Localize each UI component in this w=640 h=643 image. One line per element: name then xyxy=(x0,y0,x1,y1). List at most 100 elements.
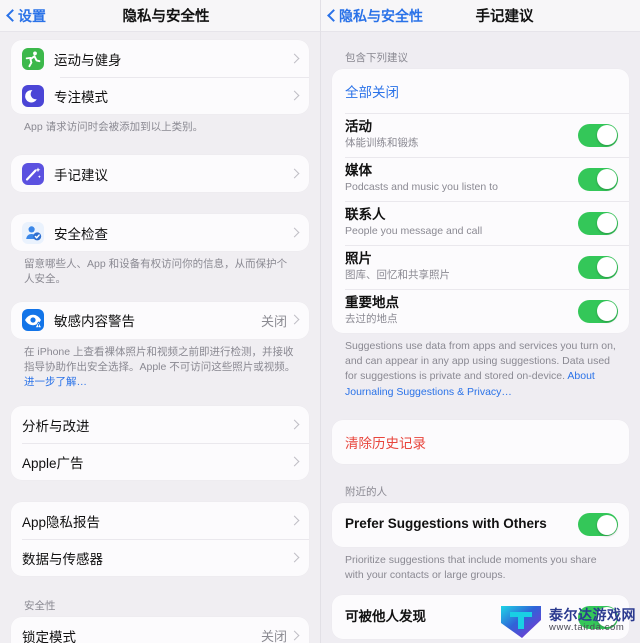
right-back-button[interactable]: 隐私与安全性 xyxy=(321,6,423,26)
suggestion-row-activity[interactable]: 活动 体能训练和锻炼 xyxy=(332,113,629,157)
left-group-sensitive-content: 敏感内容警告 关闭 xyxy=(11,301,309,339)
nearby-group-header: 附近的人 xyxy=(345,485,387,498)
chevron-right-icon xyxy=(292,456,299,468)
left-group4-footnote: 在 iPhone 上查看裸体照片和视频之前即进行检测，并接收指导协助作出安全选择… xyxy=(11,339,309,391)
suggestions-group-header: 包含下列建议 xyxy=(345,52,408,64)
suggestions-footnote: Suggestions use data from apps and servi… xyxy=(332,333,629,400)
sidebar-item-label: 专注模式 xyxy=(54,89,108,105)
suggestions-card: 全部关闭 活动 体能训练和锻炼 媒体 Podcasts and music yo… xyxy=(332,69,629,333)
toggle-significant-locations[interactable] xyxy=(578,299,618,323)
suggestion-title: 联系人 xyxy=(345,207,386,223)
toggle-knob xyxy=(596,607,617,628)
sidebar-item-data-sensors[interactable]: 数据与传感器 xyxy=(11,539,309,576)
suggestion-row-significant-locations[interactable]: 重要地点 去过的地点 xyxy=(332,289,629,333)
left-group-app-privacy: App隐私报告 数据与传感器 xyxy=(11,502,309,577)
turn-off-all-row[interactable]: 全部关闭 xyxy=(332,69,629,113)
suggestion-subtitle: 去过的地点 xyxy=(345,313,398,326)
sidebar-item-label: 数据与传感器 xyxy=(22,551,103,567)
sidebar-item-focus[interactable]: 专注模式 xyxy=(11,77,309,114)
toggle-knob xyxy=(596,514,617,535)
left-group-analytics: 分析与改进 Apple广告 xyxy=(11,406,309,481)
discoverable-card: 可被他人发现 xyxy=(332,595,629,640)
left-back-button[interactable]: 设置 xyxy=(0,6,46,26)
left-group-journaling: 手记建议 xyxy=(11,155,309,193)
sidebar-item-label: Apple广告 xyxy=(22,455,84,471)
discoverable-row[interactable]: 可被他人发现 xyxy=(332,595,629,639)
left-page-title: 隐私与安全性 xyxy=(122,9,210,25)
right-panel-journaling-suggestions: 隐私与安全性 手记建议 包含下列建议 全部关闭 活动 体能训练和锻炼 媒体 Po… xyxy=(320,0,640,643)
prefer-suggestions-card: Prefer Suggestions with Others xyxy=(332,502,629,547)
prefer-suggestions-title: Prefer Suggestions with Others xyxy=(345,516,547,532)
chevron-right-icon xyxy=(292,552,299,564)
prefer-suggestions-row[interactable]: Prefer Suggestions with Others xyxy=(332,503,629,547)
right-back-label: 隐私与安全性 xyxy=(339,7,423,24)
suggestion-subtitle: 图库、回忆和共享照片 xyxy=(345,269,450,282)
left-group3-footnote: 留意哪些人、App 和设备有权访问你的信息，从而保护个人安全。 xyxy=(24,258,288,286)
clear-history-row[interactable]: 清除历史记录 xyxy=(332,420,629,464)
toggle-discoverable[interactable] xyxy=(578,605,618,629)
sidebar-item-apple-advertising[interactable]: Apple广告 xyxy=(11,443,309,480)
toggle-media[interactable] xyxy=(578,167,618,191)
row-texts: 媒体 Podcasts and music you listen to xyxy=(345,163,578,195)
clear-history-label: 清除历史记录 xyxy=(345,435,426,451)
chevron-right-icon xyxy=(292,168,299,180)
left-scroll-body: 运动与健身 专注模式 App 请求访问时会被添加到以上类别。 手记建议 安全检查… xyxy=(0,32,320,643)
toggle-activity[interactable] xyxy=(578,123,618,147)
suggestion-row-media[interactable]: 媒体 Podcasts and music you listen to xyxy=(332,157,629,201)
toggle-contacts[interactable] xyxy=(578,211,618,235)
chevron-left-icon xyxy=(328,9,336,22)
dual-panel-screenshot: 设置 隐私与安全性 运动与健身 专注模式 App 请求访问时会被添加到以上类别。… xyxy=(0,0,640,643)
sidebar-item-safety-check[interactable]: 安全检查 xyxy=(11,214,309,251)
sidebar-item-label: 锁定模式 xyxy=(22,629,76,643)
sidebar-item-lockdown-mode[interactable]: 锁定模式 关闭 xyxy=(11,617,309,643)
sidebar-item-value: 关闭 xyxy=(260,629,287,643)
chevron-right-icon xyxy=(292,515,299,527)
toggle-knob xyxy=(596,257,617,277)
row-texts: 照片 图库、回忆和共享照片 xyxy=(345,251,578,283)
left-security-group-header: 安全性 xyxy=(24,600,56,613)
suggestion-title: 活动 xyxy=(345,119,372,135)
sidebar-item-sensitive-content-warning[interactable]: 敏感内容警告 关闭 xyxy=(11,302,309,339)
sidebar-item-analytics-improvements[interactable]: 分析与改进 xyxy=(11,406,309,443)
sidebar-item-label: 敏感内容警告 xyxy=(54,314,135,330)
toggle-photos[interactable] xyxy=(578,255,618,279)
turn-off-all-label: 全部关闭 xyxy=(345,85,399,100)
sensitive-content-icon xyxy=(22,309,44,332)
chevron-right-icon xyxy=(292,53,299,65)
chevron-right-icon xyxy=(292,227,299,239)
suggestion-title: 重要地点 xyxy=(345,295,399,311)
sidebar-item-value: 关闭 xyxy=(260,313,287,329)
toggle-prefer-suggestions[interactable] xyxy=(578,513,618,537)
left-group-security: 锁定模式 关闭 xyxy=(11,617,309,643)
left-panel-privacy-security: 设置 隐私与安全性 运动与健身 专注模式 App 请求访问时会被添加到以上类别。… xyxy=(0,0,320,643)
suggestion-title: 媒体 xyxy=(345,163,372,179)
left-group1-footnote: App 请求访问时会被添加到以上类别。 xyxy=(24,121,204,133)
discoverable-footnote: 允许他人检测到你在附近，协助其 xyxy=(332,639,629,643)
learn-more-link[interactable]: 进一步了解… xyxy=(24,376,87,388)
chevron-right-icon xyxy=(292,314,299,326)
clear-history-card: 清除历史记录 xyxy=(332,419,629,464)
left-group4-footnote-text: 在 iPhone 上查看裸体照片和视频之前即进行检测，并接收指导协助作出安全选择… xyxy=(24,345,296,373)
toggle-knob xyxy=(596,125,617,145)
suggestion-title: 照片 xyxy=(345,251,372,267)
sidebar-item-label: 分析与改进 xyxy=(22,418,90,434)
left-navbar: 设置 隐私与安全性 xyxy=(0,0,320,32)
sidebar-item-app-privacy-report[interactable]: App隐私报告 xyxy=(11,502,309,539)
suggestion-subtitle: People you message and call xyxy=(345,225,483,238)
safety-check-icon xyxy=(22,221,44,244)
discoverable-title: 可被他人发现 xyxy=(345,608,426,624)
toggle-knob xyxy=(596,213,617,233)
suggestion-subtitle: Podcasts and music you listen to xyxy=(345,181,498,194)
nearby-footnote: Prioritize suggestions that include mome… xyxy=(345,553,597,582)
row-texts: 活动 体能训练和锻炼 xyxy=(345,119,578,151)
toggle-knob xyxy=(596,301,617,321)
suggestion-row-photos[interactable]: 照片 图库、回忆和共享照片 xyxy=(332,245,629,289)
suggestion-row-contacts[interactable]: 联系人 People you message and call xyxy=(332,201,629,245)
left-back-label: 设置 xyxy=(18,7,46,24)
chevron-right-icon xyxy=(292,419,299,431)
sidebar-item-label: 安全检查 xyxy=(54,226,108,242)
fitness-icon xyxy=(22,47,44,70)
right-navbar: 隐私与安全性 手记建议 xyxy=(321,0,640,32)
sidebar-item-fitness[interactable]: 运动与健身 xyxy=(11,40,309,77)
sidebar-item-journaling-suggestions[interactable]: 手记建议 xyxy=(11,155,309,192)
